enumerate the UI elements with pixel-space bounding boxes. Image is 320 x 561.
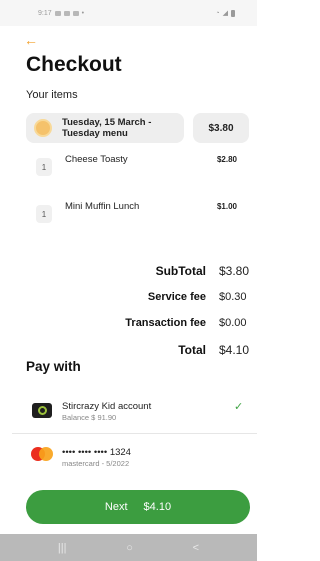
item-name: Cheese Toasty: [65, 154, 128, 165]
pay-with-heading: Pay with: [26, 359, 81, 374]
account-icon: [32, 403, 52, 418]
image-notification-icon: [63, 10, 70, 16]
service-fee-value: $0.30: [219, 291, 247, 303]
next-label: Next: [104, 501, 128, 513]
list-item[interactable]: 1 Mini Muffin Lunch $1.00: [36, 201, 241, 223]
menu-card[interactable]: Tuesday, 15 March - Tuesday menu: [26, 113, 184, 143]
payment-option-card[interactable]: •••• •••• •••• 1324 mastercard - 5/2022: [12, 440, 257, 476]
gallery-notification-icon: [54, 10, 61, 16]
recents-icon[interactable]: |||: [58, 542, 67, 554]
next-button[interactable]: Next $4.10: [26, 490, 250, 524]
check-icon: ✓: [234, 401, 244, 413]
next-amount: $4.10: [143, 501, 172, 513]
account-balance: Balance $ 91.90: [62, 413, 117, 422]
item-name: Mini Muffin Lunch: [65, 201, 140, 212]
quantity-badge: 1: [36, 158, 52, 176]
signal-icon: ◢: [222, 10, 228, 17]
mastercard-icon: [31, 447, 55, 463]
menu-label-text: Tuesday, 15 March - Tuesday menu: [62, 117, 152, 139]
item-price: $2.80: [216, 155, 237, 164]
transaction-fee-label: Transaction fee: [125, 317, 206, 329]
status-bar: 9:17 • ◔ ◢: [0, 0, 257, 26]
service-fee-label: Service fee: [147, 291, 206, 303]
dot-notification-icon: •: [81, 9, 85, 17]
menu-icon: [34, 119, 52, 137]
menu-price: $3.80: [193, 113, 249, 143]
battery-icon: [231, 9, 235, 17]
menu-label: Tuesday, 15 March - Tuesday menu: [62, 117, 151, 139]
card-number: •••• •••• •••• 1324: [62, 447, 131, 458]
account-title: Stircrazy Kid account: [62, 401, 152, 412]
quantity-badge: 1: [36, 205, 52, 223]
card-details: mastercard - 5/2022: [62, 459, 130, 468]
total-label: Total: [178, 343, 206, 357]
total-value: $4.10: [219, 343, 250, 357]
transaction-fee-value: $0.00: [219, 317, 247, 329]
home-icon[interactable]: ○: [126, 542, 133, 554]
wifi-icon: ◔: [215, 9, 220, 17]
system-nav-bar: ||| ○ <: [0, 534, 257, 561]
status-time: 9:17: [38, 9, 52, 17]
back-icon[interactable]: <: [193, 542, 199, 554]
subtotal-value: $3.80: [219, 264, 250, 278]
subtotal-label: SubTotal: [155, 264, 206, 278]
mail-notification-icon: [72, 10, 79, 16]
payment-option-account[interactable]: Stircrazy Kid account Balance $ 91.90 ✓: [12, 394, 257, 434]
page-title: Checkout: [26, 53, 122, 76]
list-item[interactable]: 1 Cheese Toasty $2.80: [36, 154, 241, 176]
back-arrow-icon[interactable]: ←: [24, 33, 38, 47]
item-price: $1.00: [216, 202, 237, 211]
your-items-heading: Your items: [26, 89, 78, 101]
